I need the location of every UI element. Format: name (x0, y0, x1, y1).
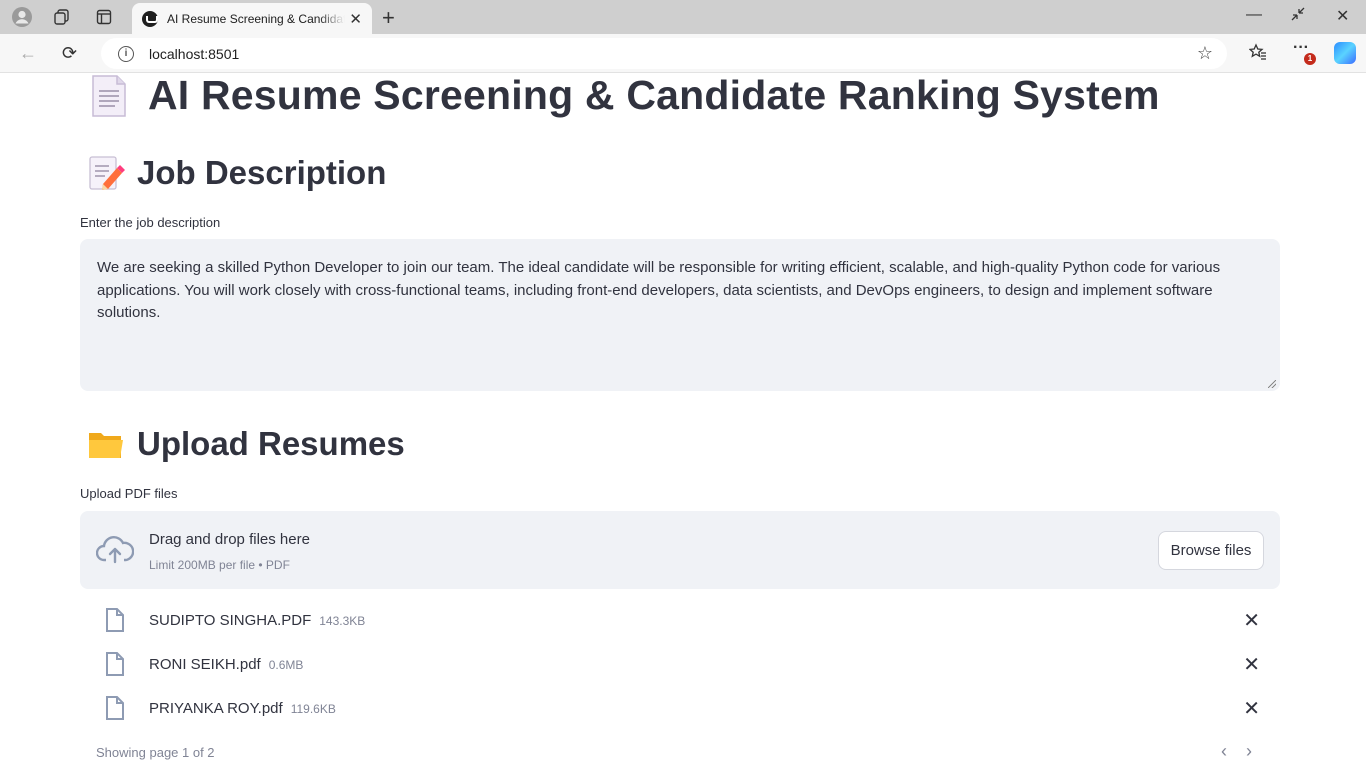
favorites-icon[interactable] (1248, 43, 1267, 66)
file-name: SUDIPTO SINGHA.PDF (149, 611, 312, 629)
job-description-heading-text: Job Description (137, 154, 387, 191)
page-title: AI Resume Screening & Candidate Ranking … (80, 74, 1160, 119)
file-icon (105, 695, 125, 721)
remove-file-icon[interactable]: ✕ (1243, 696, 1260, 721)
workspaces-icon[interactable] (51, 6, 73, 28)
cloud-upload-icon (95, 535, 135, 565)
memo-pencil-icon (87, 154, 125, 192)
new-tab-icon[interactable]: + (382, 5, 395, 31)
tab-close-icon[interactable]: ✕ (349, 10, 362, 28)
app-main: AI Resume Screening & Candidate Ranking … (0, 74, 1366, 768)
file-size: 119.6KB (290, 702, 336, 716)
resize-handle-icon[interactable] (1268, 380, 1276, 388)
url-text[interactable]: localhost:8501 (149, 46, 239, 62)
job-description-value[interactable]: We are seeking a skilled Python Develope… (97, 259, 1220, 321)
close-window-icon[interactable]: ✕ (1336, 6, 1349, 26)
upload-label: Upload PDF files (80, 486, 178, 501)
remove-file-icon[interactable]: ✕ (1243, 652, 1260, 677)
file-name: PRIYANKA ROY.pdf (149, 699, 283, 717)
tab-active[interactable]: AI Resume Screening & Candidate Ranking … (132, 3, 372, 34)
file-icon (105, 607, 125, 633)
tab-title: AI Resume Screening & Candidate Ranking … (167, 11, 345, 26)
streamlit-favicon-icon (142, 10, 158, 27)
profile-icon[interactable] (11, 6, 33, 28)
uploaded-file-row: PRIYANKA ROY.pdf 119.6KB ✕ (96, 692, 1266, 724)
file-dropzone[interactable]: Drag and drop files here Limit 200MB per… (80, 511, 1280, 589)
url-field[interactable]: i localhost:8501 ☆ (101, 38, 1227, 69)
favorite-star-icon[interactable]: ☆ (1197, 43, 1213, 64)
uploaded-file-row: SUDIPTO SINGHA.PDF 143.3KB ✕ (96, 604, 1266, 636)
reload-icon[interactable]: ⟳ (62, 43, 77, 64)
job-description-textarea[interactable]: We are seeking a skilled Python Develope… (80, 239, 1280, 391)
tab-actions-icon[interactable] (93, 6, 115, 28)
back-icon[interactable]: ← (19, 43, 37, 64)
dropzone-instruction: Drag and drop files here (149, 531, 310, 548)
pagination-status: Showing page 1 of 2 (96, 745, 215, 760)
job-description-heading: Job Description (87, 154, 386, 192)
file-name: RONI SEIKH.pdf (149, 655, 261, 673)
page-document-icon (91, 74, 127, 118)
page-title-text: AI Resume Screening & Candidate Ranking … (148, 74, 1160, 118)
browse-files-button[interactable]: Browse files (1158, 531, 1264, 570)
dropzone-limit: Limit 200MB per file • PDF (149, 558, 290, 572)
file-icon (105, 651, 125, 677)
uploaded-file-row: RONI SEIKH.pdf 0.6MB ✕ (96, 648, 1266, 680)
browser-tab-bar: AI Resume Screening & Candidate Ranking … (0, 0, 1366, 34)
copilot-icon[interactable] (1334, 42, 1356, 64)
site-info-icon[interactable]: i (118, 45, 134, 62)
job-description-label: Enter the job description (80, 215, 221, 230)
previous-page-icon[interactable]: ‹ (1221, 741, 1227, 762)
browser-address-bar: ← ⟳ i localhost:8501 ☆ ··· (0, 34, 1366, 73)
restore-icon[interactable] (1290, 6, 1306, 27)
next-page-icon[interactable]: › (1246, 741, 1252, 762)
file-size: 143.3KB (319, 614, 366, 628)
folder-icon (87, 425, 125, 463)
notification-badge: 1 (1304, 53, 1316, 65)
upload-resumes-heading-text: Upload Resumes (137, 425, 405, 462)
file-size: 0.6MB (268, 658, 304, 672)
upload-resumes-heading: Upload Resumes (87, 425, 405, 463)
minimize-icon[interactable]: — (1246, 6, 1262, 24)
remove-file-icon[interactable]: ✕ (1243, 608, 1260, 633)
